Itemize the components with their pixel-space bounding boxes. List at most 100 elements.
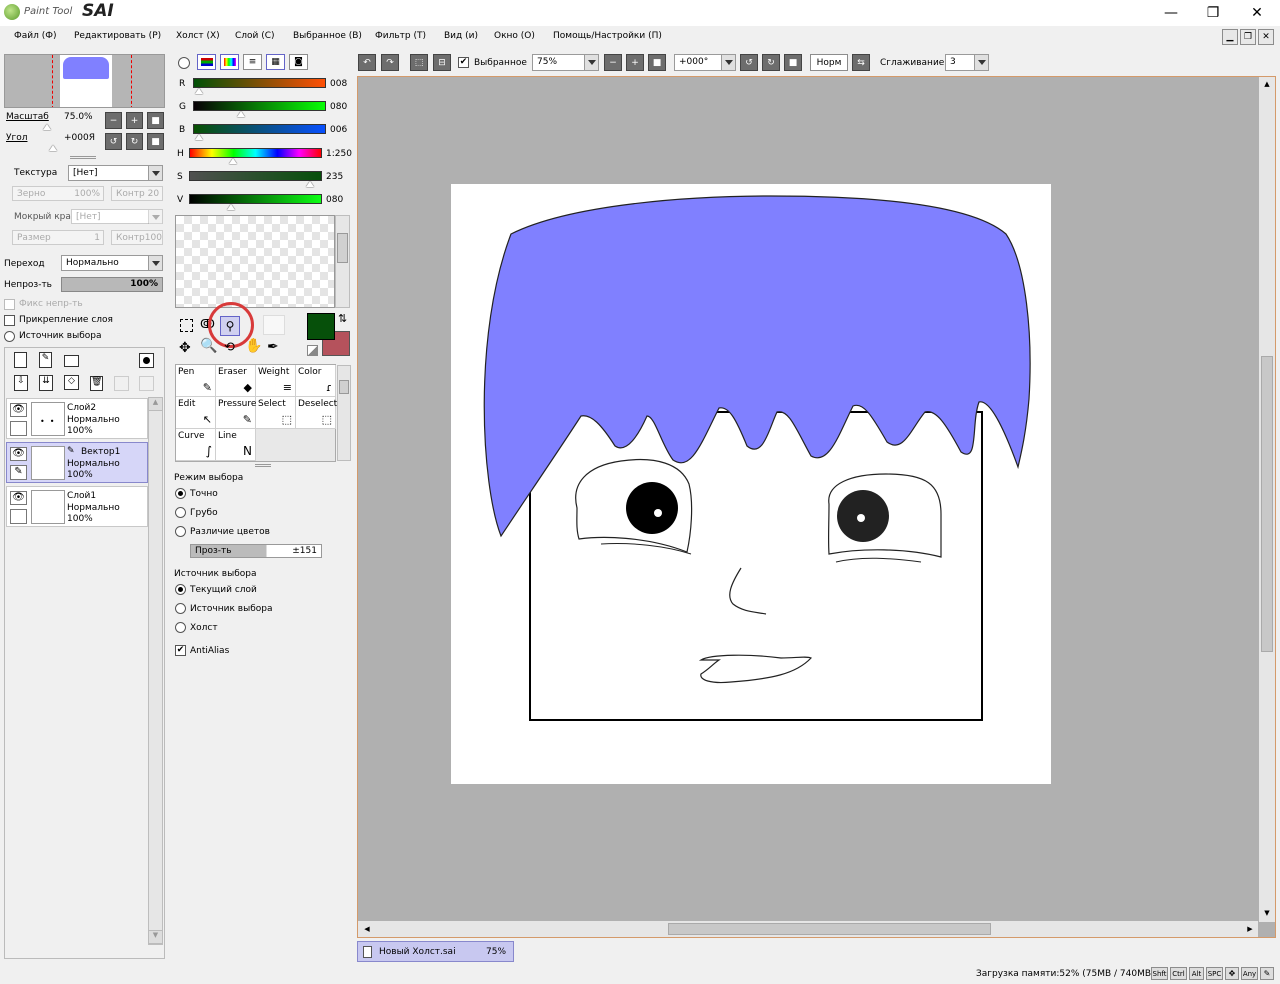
layer-item[interactable]: 👁 • • Слой2 Нормально 100% [6, 398, 148, 439]
eye-icon[interactable]: 👁 [10, 447, 27, 461]
layer-lock-slot[interactable] [10, 509, 27, 524]
red-slider[interactable] [193, 78, 326, 88]
marquee-tool-icon[interactable] [180, 319, 193, 332]
toolbar-zoom-select[interactable]: 75% [532, 54, 599, 71]
source-current-layer-radio[interactable] [175, 584, 186, 595]
scratchpad[interactable] [175, 215, 335, 308]
zoom-reset-button[interactable]: ■ [147, 112, 164, 129]
transparent-swatch[interactable] [263, 315, 285, 335]
tool-scroll-thumb[interactable] [339, 380, 349, 394]
green-slider-thumb[interactable] [237, 111, 245, 117]
saturation-slider-thumb[interactable] [306, 181, 314, 187]
eye-icon[interactable]: 👁 [10, 403, 27, 417]
mode-color-diff-radio[interactable] [175, 526, 186, 537]
merge-down-icon[interactable]: ⇊ [39, 375, 53, 391]
menu-help[interactable]: Помощь/Настройки (П) [553, 31, 662, 41]
hue-slider-thumb[interactable] [229, 158, 237, 164]
scratchpad-scroll-thumb[interactable] [337, 233, 348, 263]
new-vector-layer-icon[interactable]: ✎ [39, 352, 52, 368]
blue-value[interactable]: 006 [330, 125, 347, 135]
toolbar-angle-select[interactable]: +000° [674, 54, 736, 71]
new-folder-icon[interactable] [64, 355, 79, 367]
pen-lock-icon[interactable]: ✎ [10, 465, 27, 480]
source-canvas-radio[interactable] [175, 622, 186, 633]
angle-value[interactable]: +000Я [64, 133, 95, 143]
menu-window[interactable]: Окно (О) [494, 31, 535, 41]
toolbar-zoom-out-button[interactable]: − [604, 54, 622, 71]
scratchpad-toggle[interactable]: ◙ [289, 54, 308, 70]
tool-eraser[interactable]: Eraser ◆ [216, 365, 256, 397]
canvas-vertical-scroll-thumb[interactable] [1261, 356, 1273, 652]
saturation-value[interactable]: 235 [326, 172, 343, 182]
antialias-checkbox[interactable]: ✔ [175, 645, 186, 656]
menu-filter[interactable]: Фильтр (Т) [375, 31, 426, 41]
eye-icon[interactable]: 👁 [10, 491, 27, 505]
zoom-slider-thumb[interactable] [43, 124, 51, 130]
zoom-out-button[interactable]: − [105, 112, 122, 129]
mdi-close-button[interactable]: ✕ [1258, 29, 1274, 45]
swap-colors-icon[interactable]: ⇅ [338, 312, 347, 325]
swatch-list-toggle[interactable]: ≡ [243, 54, 262, 70]
tolerance-slider[interactable]: Проз-ть ±151 [190, 544, 322, 558]
primary-color-swatch[interactable] [307, 313, 335, 340]
new-layer-icon[interactable] [14, 352, 27, 368]
tool-select[interactable]: Select ⬚ [256, 397, 296, 429]
clip-layer-checkbox[interactable] [4, 315, 15, 326]
blue-slider[interactable] [193, 124, 326, 134]
layer-mask-icon[interactable] [139, 353, 154, 368]
tool-deselect[interactable]: Deselect ⬚ [296, 397, 337, 429]
panel-splitter[interactable] [70, 156, 96, 159]
green-value[interactable]: 080 [330, 102, 347, 112]
hsv-slider-toggle[interactable] [220, 54, 239, 70]
tool-panel-splitter[interactable] [255, 464, 271, 467]
hand-tool-icon[interactable]: ✋ [245, 338, 262, 354]
toolbar-zoom-reset-button[interactable]: ■ [648, 54, 666, 71]
canvas-horizontal-scroll-thumb[interactable] [668, 923, 991, 935]
transfer-down-icon[interactable]: ⇩ [14, 375, 28, 391]
toolbar-blend-button[interactable]: Норм [810, 54, 848, 71]
mdi-restore-button[interactable]: ❐ [1240, 29, 1256, 45]
tool-edit[interactable]: Edit ↖ [176, 397, 216, 429]
saturation-slider[interactable] [189, 171, 322, 181]
rgb-slider-toggle[interactable] [197, 54, 216, 70]
navigator-preview[interactable] [4, 54, 165, 108]
layer-scrollbar[interactable] [148, 397, 163, 945]
angle-slider-thumb[interactable] [49, 145, 57, 151]
menu-selection[interactable]: Выбранное (В) [293, 31, 362, 41]
mode-exact-radio[interactable] [175, 488, 186, 499]
invert-selection-button[interactable]: ⊟ [433, 54, 451, 71]
toolbar-zoom-in-button[interactable]: + [626, 54, 644, 71]
blend-select[interactable]: Нормально [61, 255, 163, 271]
mode-rough-radio[interactable] [175, 507, 186, 518]
zoom-tool-icon[interactable]: 🔍 [200, 338, 217, 354]
canvas-scroll-up-icon[interactable]: ▲ [1259, 77, 1275, 91]
canvas-scroll-right-icon[interactable]: ▶ [1243, 922, 1257, 936]
menu-edit[interactable]: Редактировать (Р) [74, 31, 161, 41]
minimize-button[interactable]: — [1148, 0, 1194, 26]
blue-slider-thumb[interactable] [195, 134, 203, 140]
clear-layer-icon[interactable]: ◇ [64, 375, 79, 390]
mdi-minimize-button[interactable]: ▁ [1222, 29, 1238, 45]
eyedropper-tool-icon[interactable]: ✒ [267, 339, 279, 355]
toolbar-rotate-left-button[interactable]: ↺ [740, 54, 758, 71]
tool-curve[interactable]: Curve ∫ [176, 429, 216, 461]
menu-canvas[interactable]: Холст (Х) [176, 31, 220, 41]
layer-item-selected[interactable]: 👁 ✎ ✎ Вектор1 Нормально 100% [6, 442, 148, 483]
swatch-grid-toggle[interactable]: ▦ [266, 54, 285, 70]
color-wheel-toggle[interactable] [178, 57, 190, 69]
move-tool-icon[interactable]: ✥ [179, 340, 191, 356]
hue-value[interactable]: 1:250 [326, 149, 352, 159]
red-value[interactable]: 008 [330, 79, 347, 89]
zoom-value[interactable]: 75.0% [64, 112, 93, 122]
restore-button[interactable]: ❐ [1190, 0, 1236, 26]
texture-select[interactable]: [Нет] [68, 165, 163, 181]
layer-item[interactable]: 👁 Слой1 Нормально 100% [6, 486, 148, 527]
stabilizer-select[interactable]: 3 [945, 54, 989, 71]
undo-button[interactable]: ↶ [358, 54, 376, 71]
value-slider[interactable] [189, 194, 322, 204]
menu-layer[interactable]: Слой (С) [235, 31, 275, 41]
redo-button[interactable]: ↷ [381, 54, 399, 71]
tool-color[interactable]: Color ɾ [296, 365, 336, 397]
opacity-slider[interactable]: 100% [61, 277, 163, 292]
rotate-left-button[interactable]: ↺ [105, 133, 122, 150]
